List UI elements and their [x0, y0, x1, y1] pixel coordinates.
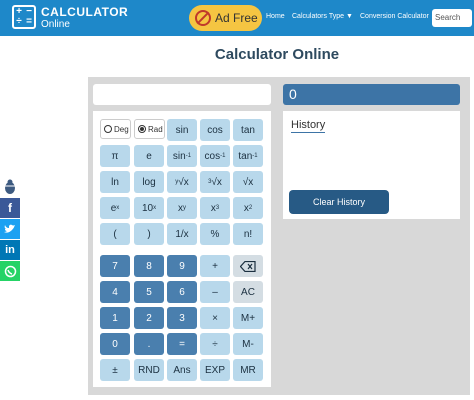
whatsapp-icon[interactable] — [0, 261, 20, 281]
key-asin[interactable]: sin -1 — [167, 145, 197, 167]
bug-report-icon[interactable] — [0, 177, 20, 197]
key-acos[interactable]: cos -1 — [200, 145, 230, 167]
top-header: + − ÷ = CALCULATOR Online Ad Free Home C… — [0, 0, 474, 36]
key-yroot[interactable]: y √x — [167, 171, 197, 193]
key-factorial[interactable]: n! — [233, 223, 263, 245]
clear-history-button[interactable]: Clear History — [289, 190, 389, 214]
key-ln[interactable]: ln — [100, 171, 130, 193]
ad-free-label: Ad Free — [215, 11, 258, 25]
key-rnd[interactable]: RND — [134, 359, 164, 381]
logo-title: CALCULATOR — [41, 5, 129, 19]
rad-radio-dot — [138, 125, 146, 133]
nav-conversion-calculator[interactable]: Conversion Calculator — [360, 13, 429, 20]
key-m-minus[interactable]: M- — [233, 333, 263, 355]
key-decimal[interactable]: . — [134, 333, 164, 355]
key-0[interactable]: 0 — [100, 333, 130, 355]
logo-subtitle: Online — [41, 19, 70, 30]
logo-text[interactable]: CALCULATOR Online — [41, 5, 129, 31]
key-1[interactable]: 1 — [100, 307, 130, 329]
deg-label: Deg — [114, 124, 129, 134]
key-3[interactable]: 3 — [167, 307, 197, 329]
key-7[interactable]: 7 — [100, 255, 130, 277]
rad-label: Rad — [148, 124, 163, 134]
key-pi[interactable]: π — [100, 145, 130, 167]
key-minus[interactable]: – — [200, 281, 230, 303]
key-exp-e[interactable]: ex — [100, 197, 130, 219]
key-2[interactable]: 2 — [134, 307, 164, 329]
key-tenx-base: 10 — [141, 202, 154, 214]
key-ac[interactable]: AC — [233, 281, 263, 303]
linkedin-icon[interactable]: in — [0, 240, 20, 260]
key-cbrt[interactable]: 3 √x — [200, 171, 230, 193]
key-x-power-y[interactable]: xy — [167, 197, 197, 219]
key-divide[interactable]: ÷ — [200, 333, 230, 355]
key-4[interactable]: 4 — [100, 281, 130, 303]
key-tan[interactable]: tan — [233, 119, 263, 141]
history-title: History — [291, 119, 326, 133]
key-open-paren[interactable]: ( — [100, 223, 130, 245]
nav-home[interactable]: Home — [266, 13, 285, 20]
key-exp[interactable]: EXP — [200, 359, 230, 381]
key-equals[interactable]: = — [167, 333, 197, 355]
key-ten-power[interactable]: 10 x — [134, 197, 164, 219]
key-9[interactable]: 9 — [167, 255, 197, 277]
key-ans[interactable]: Ans — [167, 359, 197, 381]
key-cbrt-base: √x — [211, 176, 222, 188]
key-6[interactable]: 6 — [167, 281, 197, 303]
logo-divide: ÷ — [16, 16, 22, 27]
key-plus[interactable]: + — [200, 255, 230, 277]
logo-equals: = — [26, 16, 32, 27]
search-input[interactable]: Search — [432, 9, 472, 27]
key-m-plus[interactable]: M+ — [233, 307, 263, 329]
key-sqrt[interactable]: √x — [233, 171, 263, 193]
key-times[interactable]: × — [200, 307, 230, 329]
key-backspace[interactable] — [233, 255, 263, 277]
expression-input[interactable] — [93, 84, 271, 105]
key-asin-base: sin — [172, 150, 186, 162]
page-title: Calculator Online — [214, 46, 340, 63]
key-plus-minus[interactable]: ± — [100, 359, 130, 381]
key-acos-base: cos — [204, 150, 221, 162]
key-yroot-base: √x — [178, 176, 189, 188]
key-e[interactable]: e — [134, 145, 164, 167]
deg-radio-dot — [104, 125, 112, 133]
key-percent[interactable]: % — [200, 223, 230, 245]
rad-radio[interactable]: Rad — [134, 119, 165, 139]
deg-radio[interactable]: Deg — [100, 119, 131, 139]
key-atan-base: tan — [238, 150, 253, 162]
key-log[interactable]: log — [134, 171, 164, 193]
key-sin[interactable]: sin — [167, 119, 197, 141]
key-close-paren[interactable]: ) — [134, 223, 164, 245]
ad-free-button[interactable]: Ad Free — [189, 5, 262, 31]
key-mr[interactable]: MR — [233, 359, 263, 381]
key-x-cubed[interactable]: x3 — [200, 197, 230, 219]
key-8[interactable]: 8 — [134, 255, 164, 277]
facebook-icon[interactable]: f — [0, 198, 20, 218]
key-x-squared[interactable]: x2 — [233, 197, 263, 219]
backspace-icon — [240, 260, 256, 272]
nav-calculators-type[interactable]: Calculators Type ▼ — [292, 13, 353, 20]
key-atan[interactable]: tan -1 — [233, 145, 263, 167]
key-5[interactable]: 5 — [134, 281, 164, 303]
calculator-logo-icon[interactable]: + − ÷ = — [12, 5, 36, 29]
key-reciprocal[interactable]: 1/x — [167, 223, 197, 245]
no-ads-icon — [195, 10, 211, 26]
result-display: 0 — [283, 84, 460, 105]
key-cos[interactable]: cos — [200, 119, 230, 141]
twitter-icon[interactable] — [0, 219, 20, 239]
